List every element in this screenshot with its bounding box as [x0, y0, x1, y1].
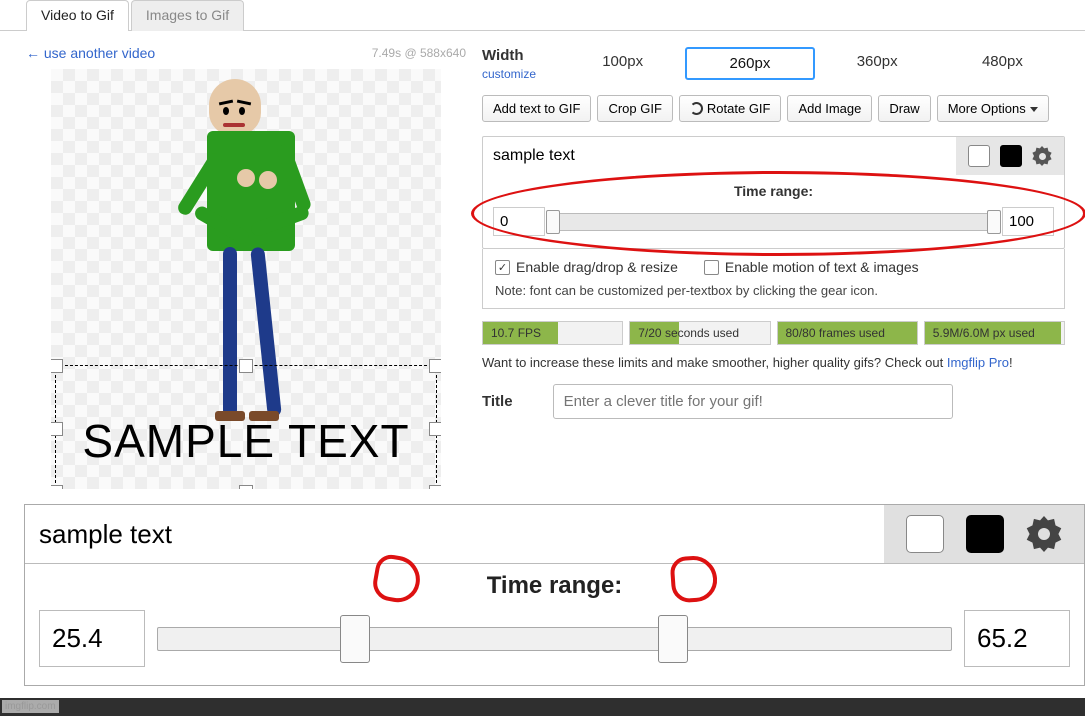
gif-preview[interactable]: SAMPLE TEXT	[51, 69, 441, 489]
range-end-handle[interactable]	[987, 210, 1001, 234]
crop-gif-button[interactable]: Crop GIF	[597, 95, 672, 122]
width-option-360[interactable]: 360px	[815, 47, 940, 80]
resize-handle[interactable]	[239, 359, 253, 373]
zoom-color-tools	[884, 505, 1084, 563]
resize-handle[interactable]	[51, 422, 63, 436]
text-overlay-box[interactable]: SAMPLE TEXT	[55, 365, 437, 489]
action-toolbar: Add text to GIF Crop GIF Rotate GIF Add …	[482, 95, 1065, 122]
width-option-260[interactable]: 260px	[685, 47, 814, 80]
tab-bar: Video to Gif Images to Gif	[26, 0, 1085, 31]
resize-handle[interactable]	[429, 485, 441, 489]
text-color-swatch[interactable]	[968, 145, 990, 167]
stats-row: 10.7 FPS 7/20 seconds used 80/80 frames …	[482, 321, 1065, 345]
more-options-button[interactable]: More Options	[937, 95, 1049, 122]
zoom-text-color-swatch[interactable]	[906, 515, 944, 553]
drag-label: Enable drag/drop & resize	[516, 259, 678, 275]
title-input[interactable]	[553, 384, 953, 419]
zoom-range-end-input[interactable]	[964, 610, 1070, 667]
range-start-handle[interactable]	[546, 210, 560, 234]
seconds-stat: 7/20 seconds used	[629, 321, 770, 345]
checkbox-icon	[704, 260, 719, 275]
time-range-end-input[interactable]	[1002, 207, 1054, 236]
resize-handle[interactable]	[429, 359, 441, 373]
resize-handle[interactable]	[239, 485, 253, 489]
font-note: Note: font can be customized per-textbox…	[495, 283, 1052, 298]
checkbox-icon: ✓	[495, 260, 510, 275]
add-image-button[interactable]: Add Image	[787, 95, 872, 122]
time-range-start-input[interactable]	[493, 207, 545, 236]
enable-drag-checkbox[interactable]: ✓ Enable drag/drop & resize	[495, 259, 678, 275]
fps-stat: 10.7 FPS	[482, 321, 623, 345]
title-label: Title	[482, 393, 513, 410]
frames-stat: 80/80 frames used	[777, 321, 918, 345]
gear-icon[interactable]	[1026, 516, 1062, 552]
width-label: Width	[482, 47, 524, 64]
text-color-tools	[956, 137, 1064, 175]
zoom-range-slider[interactable]	[157, 627, 952, 651]
options-block: ✓ Enable drag/drop & resize Enable motion…	[482, 249, 1065, 309]
width-option-100[interactable]: 100px	[560, 47, 685, 80]
px-stat: 5.9M/6.0M px used	[924, 321, 1065, 345]
zoom-range-start-input[interactable]	[39, 610, 145, 667]
time-range-slider[interactable]	[553, 213, 994, 231]
bottom-bar	[0, 698, 1085, 716]
zoom-detail-panel: Time range:	[24, 504, 1085, 686]
time-range-block: Time range:	[483, 175, 1064, 248]
tab-images-to-gif[interactable]: Images to Gif	[131, 0, 244, 31]
resize-handle[interactable]	[51, 485, 63, 489]
resize-handle[interactable]	[429, 422, 441, 436]
tab-video-to-gif[interactable]: Video to Gif	[26, 0, 129, 31]
zoom-time-range-block: Time range:	[25, 564, 1084, 685]
time-range-label: Time range:	[493, 183, 1054, 199]
gear-icon[interactable]	[1032, 146, 1052, 166]
source-dimensions-label: 7.49s @ 588x640	[372, 46, 466, 60]
promo-text: Want to increase these limits and make s…	[482, 355, 1065, 370]
imgflip-pro-link[interactable]: Imgflip Pro	[947, 355, 1009, 370]
rotate-icon	[690, 102, 703, 115]
zoom-end-handle[interactable]	[658, 615, 688, 663]
overlay-sample-text: SAMPLE TEXT	[56, 414, 436, 468]
width-option-480[interactable]: 480px	[940, 47, 1065, 80]
resize-handle[interactable]	[51, 359, 63, 373]
zoom-start-handle[interactable]	[340, 615, 370, 663]
add-text-button[interactable]: Add text to GIF	[482, 95, 591, 122]
use-another-video-link[interactable]: ← use another video	[26, 45, 155, 61]
rotate-label: Rotate GIF	[707, 101, 771, 116]
zoom-caption-input[interactable]	[25, 505, 884, 563]
zoom-outline-color-swatch[interactable]	[966, 515, 1004, 553]
rotate-gif-button[interactable]: Rotate GIF	[679, 95, 782, 122]
more-label: More Options	[948, 101, 1026, 116]
caption-text-input[interactable]	[483, 138, 956, 174]
width-customize-link[interactable]: customize	[482, 67, 536, 81]
watermark: imgflip.com	[2, 700, 59, 713]
draw-button[interactable]: Draw	[878, 95, 930, 122]
text-settings-block: Time range:	[482, 136, 1065, 249]
outline-color-swatch[interactable]	[1000, 145, 1022, 167]
zoom-range-label: Time range:	[39, 572, 1070, 600]
caret-down-icon	[1030, 107, 1038, 112]
enable-motion-checkbox[interactable]: Enable motion of text & images	[704, 259, 919, 275]
motion-label: Enable motion of text & images	[725, 259, 919, 275]
